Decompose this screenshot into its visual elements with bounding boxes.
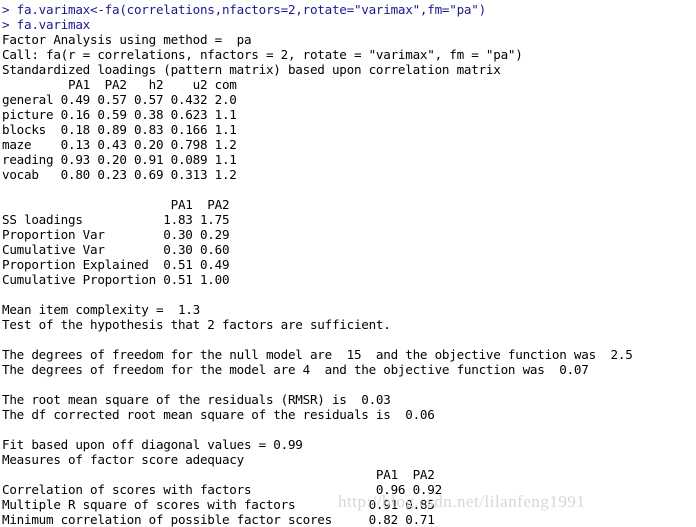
console-output-line: Multiple R square of scores with factors… (2, 497, 435, 512)
console-output-line: Correlation of scores with factors 0.96 … (2, 482, 442, 497)
console-output-line: maze 0.13 0.43 0.20 0.798 1.2 (2, 137, 237, 152)
console-output-line: Measures of factor score adequacy (2, 452, 244, 467)
console-output-line: Cumulative Proportion 0.51 1.00 (2, 272, 230, 287)
console-output-line: PA1 PA2 (2, 467, 435, 482)
console-output-line: Proportion Var 0.30 0.29 (2, 227, 230, 242)
console-output-line: Fit based upon off diagonal values = 0.9… (2, 437, 303, 452)
console-output-line: Mean item complexity = 1.3 (2, 302, 200, 317)
console-output-line: Standardized loadings (pattern matrix) b… (2, 62, 501, 77)
console-output-line: picture 0.16 0.59 0.38 0.623 1.1 (2, 107, 237, 122)
console-output-line: general 0.49 0.57 0.57 0.432 2.0 (2, 92, 237, 107)
r-console-output[interactable]: > fa.varimax<-fa(correlations,nfactors=2… (0, 0, 696, 527)
console-prompt-line: > fa.varimax<-fa(correlations,nfactors=2… (2, 2, 486, 17)
console-prompt-line: > fa.varimax (2, 17, 90, 32)
console-output-line: The degrees of freedom for the model are… (2, 362, 589, 377)
console-output-line: vocab 0.80 0.23 0.69 0.313 1.2 (2, 167, 237, 182)
console-line-list: > fa.varimax<-fa(correlations,nfactors=2… (2, 2, 696, 527)
console-output-line: The root mean square of the residuals (R… (2, 392, 391, 407)
console-output-line: Cumulative Var 0.30 0.60 (2, 242, 230, 257)
console-output-line: blocks 0.18 0.89 0.83 0.166 1.1 (2, 122, 237, 137)
console-output-line: The df corrected root mean square of the… (2, 407, 435, 422)
console-output-line: Proportion Explained 0.51 0.49 (2, 257, 230, 272)
console-output-line: SS loadings 1.83 1.75 (2, 212, 230, 227)
console-output-line: PA1 PA2 (2, 197, 230, 212)
console-output-line: PA1 PA2 h2 u2 com (2, 77, 237, 92)
console-output-line: Minimum correlation of possible factor s… (2, 512, 435, 527)
console-output-line: Factor Analysis using method = pa (2, 32, 252, 47)
console-output-line: The degrees of freedom for the null mode… (2, 347, 633, 362)
console-output-line: reading 0.93 0.20 0.91 0.089 1.1 (2, 152, 237, 167)
console-output-line: Test of the hypothesis that 2 factors ar… (2, 317, 391, 332)
console-output-line: Call: fa(r = correlations, nfactors = 2,… (2, 47, 523, 62)
